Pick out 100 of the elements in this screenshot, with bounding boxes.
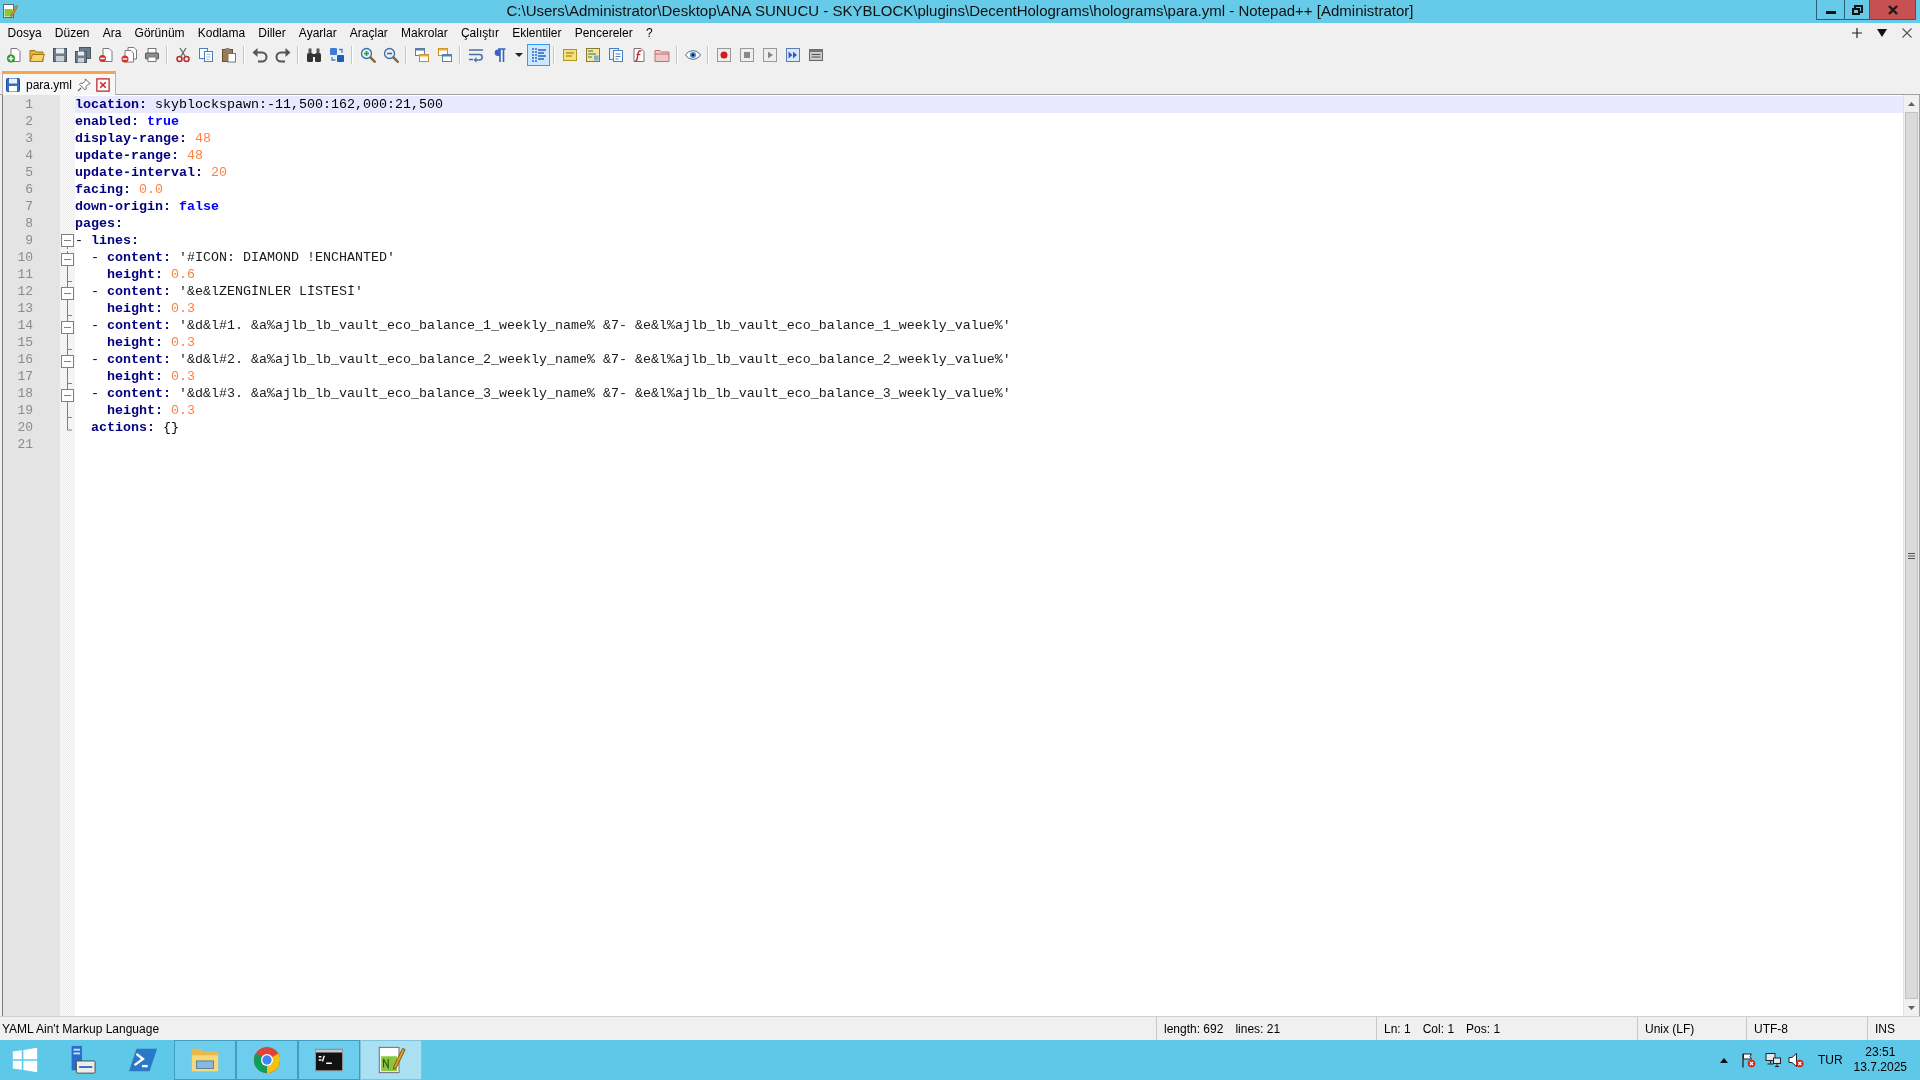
line-number: 2 xyxy=(24,113,34,130)
cursor-line: Ln: 1 xyxy=(1384,1021,1411,1036)
input-language[interactable]: TUR xyxy=(1817,1053,1843,1067)
taskbar-button[interactable] xyxy=(298,1040,360,1080)
caret-down-icon[interactable] xyxy=(1877,29,1887,37)
zoom-in-icon xyxy=(359,46,376,63)
menu-item[interactable]: Ara xyxy=(96,24,128,42)
language-label: YAML Ain't Markup Language xyxy=(2,1021,160,1036)
page-minus-icon xyxy=(97,46,114,63)
indent-guides-icon xyxy=(530,46,547,63)
code-line: down-origin: false xyxy=(75,199,219,214)
code-line: facing: 0.0 xyxy=(75,182,163,197)
menu-item[interactable]: Pencereler xyxy=(568,24,640,42)
pin-icon[interactable] xyxy=(77,77,91,92)
function-list-icon xyxy=(630,46,647,63)
network-icon[interactable] xyxy=(1764,1052,1781,1068)
close-button[interactable] xyxy=(1869,0,1916,20)
close-icon[interactable] xyxy=(1902,28,1912,38)
play-icon xyxy=(761,46,778,63)
cursor-column: Col: 1 xyxy=(1422,1021,1455,1036)
grip-icon xyxy=(1908,552,1915,559)
line-number: 11 xyxy=(16,266,34,283)
line-number: 10 xyxy=(16,249,34,266)
insert-mode-label[interactable]: INS xyxy=(1875,1021,1895,1036)
code-line: display-range: 48 xyxy=(75,131,211,146)
note-icon xyxy=(561,46,578,63)
flag-icon[interactable] xyxy=(1739,1052,1756,1068)
code-line: height: 0.6 xyxy=(106,267,195,282)
restore-icon xyxy=(1851,4,1863,15)
line-number: 21 xyxy=(16,436,34,453)
collapse-icon[interactable] xyxy=(61,285,74,302)
tab[interactable]: para.yml xyxy=(2,71,116,95)
code-line: - content: '&d&l#1. &a%ajlb_lb_vault_eco_balance_1_weekly_name% &7- &e&l%ajlb_lb_vault_eco_balance_1_weekly_value%' xyxy=(90,318,1011,333)
document-map-icon xyxy=(584,46,601,63)
menu-item[interactable]: Kodlama xyxy=(191,24,252,42)
menu-item[interactable]: Dosya xyxy=(1,24,49,42)
code-line: - lines: xyxy=(75,233,139,248)
line-number: 20 xyxy=(16,419,34,436)
redo-icon xyxy=(274,46,291,63)
copy-icon xyxy=(197,46,214,63)
wrap-lines-icon xyxy=(467,46,484,63)
code-line: height: 0.3 xyxy=(106,301,195,316)
collapse-icon[interactable] xyxy=(61,319,74,336)
scrollbar-thumb[interactable] xyxy=(1905,112,1918,999)
menu-item[interactable]: Çalıştır xyxy=(454,24,506,42)
clock-date[interactable]: 13.7.2025 xyxy=(1853,1060,1907,1075)
code-line: - content: '&e&lZENGİNLER LİSTESİ' xyxy=(90,284,363,299)
code-line: pages: xyxy=(75,216,123,231)
speaker-muted-icon[interactable] xyxy=(1787,1052,1804,1068)
menu-item[interactable]: Görünüm xyxy=(127,24,192,42)
new-file-icon xyxy=(5,46,22,63)
line-count: lines: 21 xyxy=(1235,1021,1281,1036)
clipboard-icon xyxy=(220,46,237,63)
code-line: location: skyblockspawn:-11,500:162,000:21,500 xyxy=(75,97,443,112)
code-line: - content: '#ICON: DIAMOND !ENCHANTED' xyxy=(90,250,395,265)
document-list-icon xyxy=(607,46,624,63)
line-number: 9 xyxy=(24,232,34,249)
menu-item[interactable]: Makrolar xyxy=(394,24,455,42)
plus-icon[interactable] xyxy=(1852,28,1862,38)
encoding-label[interactable]: UTF-8 xyxy=(1754,1021,1788,1036)
fast-forward-icon xyxy=(784,46,801,63)
start-icon xyxy=(12,1047,38,1073)
pages-minus-icon xyxy=(120,46,137,63)
line-number: 13 xyxy=(16,300,34,317)
notepad-icon xyxy=(376,1045,406,1075)
collapse-icon[interactable] xyxy=(61,251,74,268)
collapse-icon[interactable] xyxy=(61,353,74,370)
menu-item[interactable]: ? xyxy=(639,24,660,42)
line-number: 16 xyxy=(16,351,34,368)
menu-item[interactable]: Düzen xyxy=(48,24,97,42)
stacked-windows-icon xyxy=(436,46,453,63)
collapse-icon[interactable] xyxy=(61,234,74,249)
line-number: 6 xyxy=(24,181,34,198)
code-line: update-interval: 20 xyxy=(75,165,227,180)
list-window-icon xyxy=(807,46,824,63)
code-line: actions: {} xyxy=(90,420,179,435)
line-number: 14 xyxy=(16,317,34,334)
caret-up-icon[interactable] xyxy=(1719,1057,1728,1063)
menu-item[interactable]: Eklentiler xyxy=(505,24,569,42)
minimize-button[interactable] xyxy=(1816,0,1845,20)
stacked-windows-icon xyxy=(413,46,430,63)
close-icon[interactable] xyxy=(96,77,110,92)
line-ending-label[interactable]: Unix (LF) xyxy=(1645,1021,1695,1036)
printer-icon xyxy=(143,46,160,63)
menu-item[interactable]: Diller xyxy=(251,24,293,42)
line-number: 12 xyxy=(16,283,34,300)
menu-item[interactable]: Araçlar xyxy=(343,24,395,42)
notepad-icon xyxy=(2,3,18,19)
scissors-icon xyxy=(174,46,191,63)
caret-up-icon xyxy=(1908,101,1915,106)
line-number: 5 xyxy=(24,164,34,181)
clock-time[interactable]: 23:51 xyxy=(1865,1045,1896,1060)
caret-down-icon xyxy=(1908,1005,1915,1010)
menu-item[interactable]: Ayarlar xyxy=(292,24,344,42)
code-line: enabled: true xyxy=(75,114,179,129)
window-title: C:\Users\Administrator\Desktop\ANA SUNUCU - SKYBLOCK\plugins\DecentHolograms\holograms\para.yml - Notepad++ [Administrator] xyxy=(506,1,1414,21)
line-number: 18 xyxy=(16,385,34,402)
collapse-icon[interactable] xyxy=(61,387,74,404)
zoom-out-icon xyxy=(382,46,399,63)
line-number: 4 xyxy=(24,147,34,164)
